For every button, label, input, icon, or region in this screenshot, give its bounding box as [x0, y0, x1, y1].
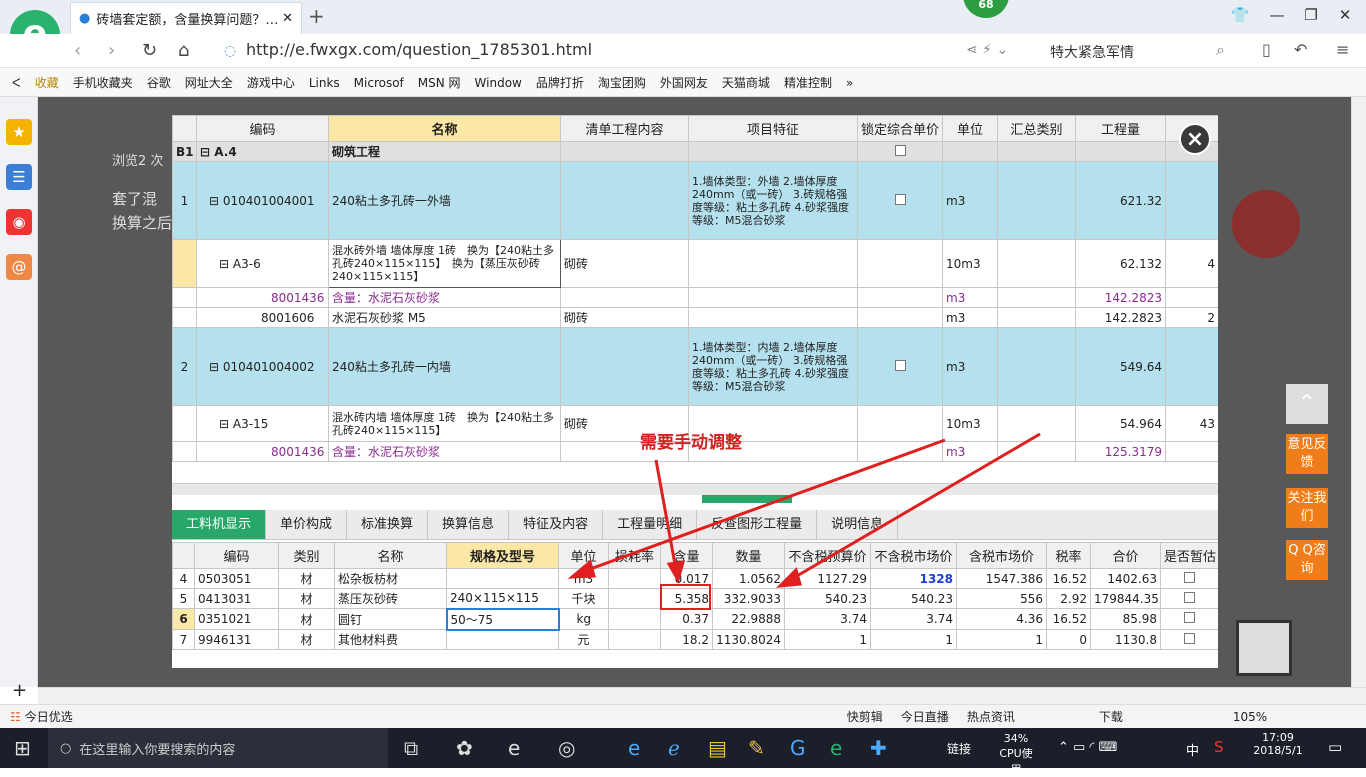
notes-icon[interactable]: ✎	[748, 736, 765, 760]
edge-icon[interactable]: e	[628, 736, 640, 760]
qq-button[interactable]: Q Q咨询	[1286, 540, 1328, 580]
feedback-button[interactable]: 意见反馈	[1286, 434, 1328, 474]
arrow-line	[654, 459, 678, 571]
browser-icon[interactable]: G	[790, 736, 806, 760]
annotation-arrows	[567, 432, 1041, 588]
status-item[interactable]: 下载	[1099, 708, 1123, 725]
back-to-top-button[interactable]: ⌃	[1286, 384, 1328, 424]
arrow-line	[581, 438, 946, 574]
today-picks[interactable]: 今日优选	[25, 708, 73, 725]
folder-icon[interactable]: ▤	[708, 736, 727, 760]
close-modal-button[interactable]: ×	[1179, 123, 1211, 155]
ime-indicator[interactable]: 中	[1186, 740, 1199, 759]
cpu-meter: 34% CPU使用	[999, 732, 1033, 776]
ie-icon[interactable]: ℯ	[668, 736, 680, 760]
status-item[interactable]: 今日直播	[901, 708, 949, 725]
ie-icon[interactable]: e	[508, 736, 520, 760]
highlight-box	[660, 584, 711, 610]
today-icon: ☷	[10, 709, 21, 724]
annotation-text: 需要手动调整	[640, 433, 742, 453]
status-bar: ☷ 今日优选 快剪辑 今日直播 热点资讯 下载 105%	[0, 704, 1366, 728]
zoom-level[interactable]: 105%	[1233, 710, 1267, 724]
app-plus-icon[interactable]: ✚	[870, 736, 887, 760]
sogou-icon[interactable]: S	[1214, 738, 1224, 756]
taskbar-search[interactable]: ○ 在这里输入你要搜索的内容	[48, 728, 388, 768]
arrow-line	[789, 432, 1041, 582]
app-icon[interactable]: ✿	[456, 736, 473, 760]
tray-icons[interactable]: ⌃ ▭ ◜ ⌨	[1058, 740, 1117, 755]
clock[interactable]: 17:09 2018/5/1	[1246, 731, 1310, 757]
browser-360-icon[interactable]: e	[830, 736, 842, 760]
follow-button[interactable]: 关注我们	[1286, 488, 1328, 528]
notification-icon[interactable]: ▭	[1328, 738, 1342, 756]
links-label[interactable]: 链接	[947, 740, 971, 757]
status-item[interactable]: 热点资讯	[967, 708, 1015, 725]
arrow-head	[666, 560, 686, 584]
windows-start-icon[interactable]: ⊞	[14, 736, 31, 760]
status-item[interactable]: 快剪辑	[847, 708, 883, 725]
arrow-head	[567, 559, 596, 579]
cortana-icon: ○	[60, 740, 72, 756]
task-view-icon[interactable]: ⧉	[404, 736, 418, 760]
app-icon[interactable]: ◎	[558, 736, 575, 760]
arrow-head	[775, 567, 802, 588]
